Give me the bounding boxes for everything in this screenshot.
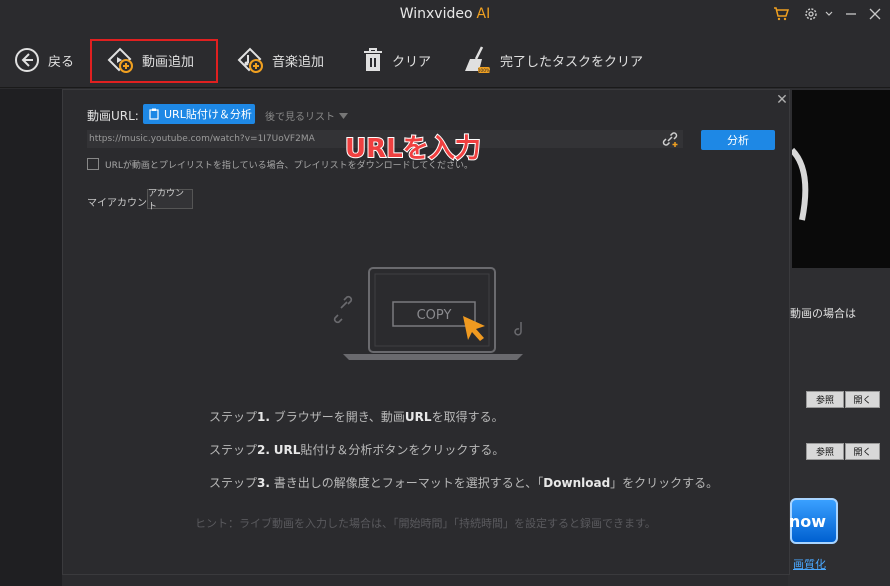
chevron-down-icon[interactable]: [818, 4, 840, 24]
video-url-label: 動画URL:: [87, 109, 139, 123]
add-video-highlight: [90, 39, 218, 83]
browse-button-2[interactable]: 参照: [806, 443, 844, 460]
step-3: ステップ3. 書き出しの解像度とフォーマットを選択すると、「Download」を…: [209, 476, 719, 490]
background-text: 動画の場合は: [790, 307, 856, 320]
clear-completed-label: 完了したタスクをクリア: [500, 54, 644, 70]
copy-illustration-text: COPY: [417, 308, 452, 323]
background-link[interactable]: 画質化: [793, 556, 826, 572]
link-add-icon[interactable]: [661, 130, 679, 152]
close-icon[interactable]: [864, 4, 886, 24]
open-button-1[interactable]: 開く: [845, 391, 880, 408]
laptop-illustration: COPY: [333, 260, 533, 370]
step-2: ステップ2. URL貼付け＆分析ボタンをクリックする。: [209, 443, 505, 457]
browse-button-1[interactable]: 参照: [806, 391, 844, 408]
broom-icon: 100%: [465, 46, 492, 74]
paste-analyze-label: URL貼付け＆分析: [164, 108, 252, 121]
svg-text:100%: 100%: [478, 68, 492, 74]
url-dialog: ✕ 動画URL: URL貼付け＆分析 後で見るリスト 分析 URLを入力 URL…: [62, 89, 790, 575]
watch-later-dropdown[interactable]: 後で見るリスト: [265, 108, 348, 123]
account-button[interactable]: アカウント: [147, 189, 193, 212]
live-video-hint: ヒント：ライブ動画を入力した場合は、「開始時間」「持続時間」を設定すると録画でき…: [195, 517, 656, 530]
clear-button[interactable]: クリア: [362, 40, 431, 80]
step-1: ステップ1. ブラウザーを開き、動画URLを取得する。: [209, 410, 504, 424]
playlist-checkbox[interactable]: [87, 158, 99, 170]
background-preview: [792, 90, 890, 268]
title-bar: Winxvideo AI: [0, 0, 890, 30]
clear-label: クリア: [392, 54, 432, 70]
add-music-icon: [237, 47, 263, 73]
playlist-checkbox-label: URLが動画とプレイリストを指している場合、プレイリストをダウンロードしてくださ…: [105, 161, 474, 171]
paste-analyze-button[interactable]: URL貼付け＆分析: [143, 104, 255, 124]
watch-later-label: 後で見るリスト: [265, 112, 335, 123]
back-label: 戻る: [48, 54, 75, 70]
analyze-button[interactable]: 分析: [701, 130, 775, 150]
dialog-close-icon[interactable]: ✕: [775, 93, 789, 107]
clear-completed-button[interactable]: 100% 完了したタスクをクリア: [462, 40, 643, 80]
app-title: Winxvideo AI: [0, 6, 890, 22]
background-left-panel: [0, 89, 62, 586]
add-music-label: 音楽追加: [272, 54, 325, 70]
open-button-2[interactable]: 開く: [845, 443, 880, 460]
trash-icon: [364, 48, 382, 71]
clipboard-icon: [149, 108, 159, 120]
back-button[interactable]: 戻る: [14, 40, 74, 80]
add-music-button[interactable]: 音楽追加: [236, 40, 324, 80]
back-arrow-icon: [15, 48, 39, 72]
cart-icon[interactable]: [770, 4, 792, 24]
app-title-ai: AI: [476, 6, 491, 22]
minimize-icon[interactable]: [840, 4, 862, 24]
run-now-button[interactable]: now: [789, 498, 838, 544]
app-title-text: Winxvideo: [399, 6, 473, 22]
chevron-down-icon: [339, 112, 348, 119]
